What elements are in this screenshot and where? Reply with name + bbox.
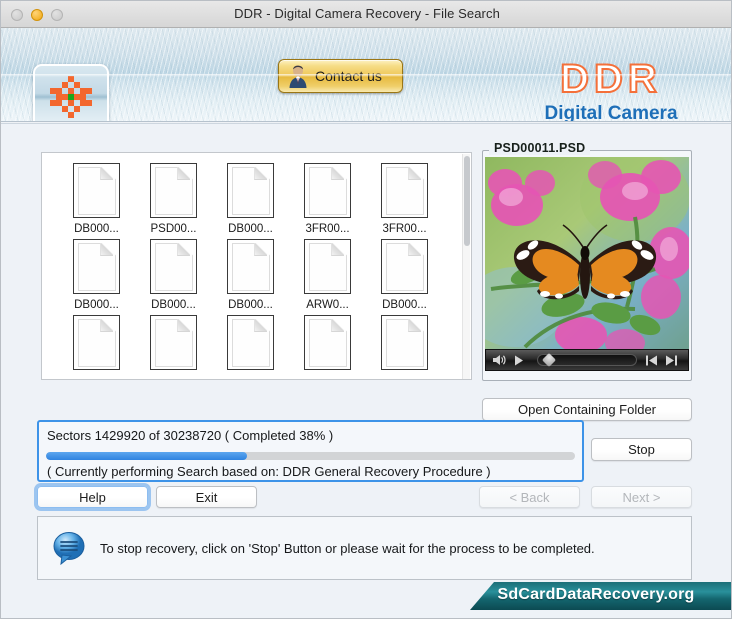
seek-slider[interactable]: [537, 352, 637, 368]
back-button[interactable]: < Back: [479, 486, 580, 508]
document-icon: [381, 163, 428, 218]
list-item[interactable]: PSD00...: [137, 163, 210, 235]
application-window: DDR - Digital Camera Recovery - File Sea…: [0, 0, 732, 619]
next-label: Next >: [622, 489, 661, 505]
list-item[interactable]: [368, 315, 441, 375]
file-name: DB000...: [151, 299, 196, 311]
stop-button[interactable]: Stop: [591, 438, 692, 461]
file-name: DB000...: [74, 299, 119, 311]
document-icon: [73, 163, 120, 218]
progress-panel: Sectors 1429920 of 30238720 ( Completed …: [37, 420, 584, 482]
document-icon: [381, 315, 428, 370]
exit-button[interactable]: Exit: [156, 486, 257, 508]
speech-bubble-icon: [52, 531, 88, 566]
file-name: DB000...: [382, 299, 427, 311]
window-title: DDR - Digital Camera Recovery - File Sea…: [234, 6, 500, 21]
back-label: < Back: [509, 489, 550, 505]
list-item[interactable]: DB000...: [137, 239, 210, 311]
list-item[interactable]: 3FR00...: [291, 163, 364, 235]
step-back-icon[interactable]: [643, 353, 659, 367]
list-item[interactable]: [214, 315, 287, 375]
list-item[interactable]: [137, 315, 210, 375]
next-button[interactable]: Next >: [591, 486, 692, 508]
app-logo: [33, 64, 109, 121]
stop-label: Stop: [628, 442, 655, 457]
document-icon: [304, 239, 351, 294]
list-item[interactable]: DB000...: [60, 239, 133, 311]
info-message: To stop recovery, click on 'Stop' Button…: [100, 540, 595, 556]
document-icon: [304, 163, 351, 218]
list-item[interactable]: DB000...: [368, 239, 441, 311]
footer-site-label: SdCardDataRecovery.org: [497, 586, 695, 603]
document-icon: [150, 315, 197, 370]
document-icon: [227, 239, 274, 294]
exit-label: Exit: [195, 489, 218, 505]
document-icon: [227, 315, 274, 370]
progress-status-text: Sectors 1429920 of 30238720 ( Completed …: [47, 428, 334, 443]
list-item[interactable]: DB000...: [214, 163, 287, 235]
file-name: 3FR00...: [305, 223, 350, 235]
help-label: Help: [79, 489, 106, 505]
document-icon: [381, 239, 428, 294]
document-icon: [73, 315, 120, 370]
volume-icon[interactable]: [491, 353, 507, 367]
file-name: DB000...: [74, 223, 119, 235]
title-bar: DDR - Digital Camera Recovery - File Sea…: [1, 1, 731, 28]
play-icon[interactable]: [511, 353, 527, 367]
document-icon: [304, 315, 351, 370]
progress-bar: [46, 452, 575, 460]
header-divider: [1, 121, 731, 124]
step-forward-icon[interactable]: [663, 353, 679, 367]
list-item[interactable]: DB000...: [214, 239, 287, 311]
preview-image: [485, 157, 689, 349]
preview-file-name: PSD00011.PSD: [489, 141, 591, 155]
document-icon: [150, 239, 197, 294]
list-item[interactable]: DB000...: [60, 163, 133, 235]
preview-container: [485, 157, 689, 373]
file-name: PSD00...: [150, 223, 197, 235]
document-icon: [150, 163, 197, 218]
help-button[interactable]: Help: [37, 486, 148, 508]
scrollbar-thumb[interactable]: [464, 156, 470, 246]
contact-us-button[interactable]: Contact us: [278, 59, 403, 93]
list-item[interactable]: [291, 315, 364, 375]
footer-banner: SdCardDataRecovery.org: [470, 582, 731, 610]
list-item[interactable]: 3FR00...: [368, 163, 441, 235]
person-icon: [285, 63, 311, 89]
file-name: 3FR00...: [382, 223, 427, 235]
file-grid: DB000... PSD00... DB000... 3FR00... 3FR0…: [42, 153, 471, 379]
file-name: DB000...: [228, 223, 273, 235]
brand-title: DDR: [559, 57, 662, 101]
list-item[interactable]: [60, 315, 133, 375]
list-item[interactable]: ARW0...: [291, 239, 364, 311]
contact-us-label: Contact us: [315, 68, 382, 84]
brand-subtitle: Digital Camera: [544, 103, 678, 121]
media-controls[interactable]: [485, 349, 689, 371]
file-list-scrollbar[interactable]: [462, 154, 470, 379]
open-containing-folder-button[interactable]: Open Containing Folder: [482, 398, 692, 421]
document-icon: [227, 163, 274, 218]
recovered-files-list[interactable]: DB000... PSD00... DB000... 3FR00... 3FR0…: [41, 152, 472, 380]
seek-slider-knob[interactable]: [541, 352, 557, 368]
brand-block: DDR Digital Camera: [511, 57, 711, 121]
progress-bar-fill: [46, 452, 248, 460]
open-containing-folder-label: Open Containing Folder: [517, 402, 657, 417]
file-name: DB000...: [228, 299, 273, 311]
main-content: DB000... PSD00... DB000... 3FR00... 3FR0…: [1, 125, 731, 618]
checkered-flower-logo-icon: [49, 75, 93, 119]
info-panel: To stop recovery, click on 'Stop' Button…: [37, 516, 692, 580]
document-icon: [73, 239, 120, 294]
app-header: Contact us DDR Digital Camera: [1, 28, 731, 121]
progress-detail-text: ( Currently performing Search based on: …: [47, 464, 491, 479]
file-name: ARW0...: [306, 299, 349, 311]
